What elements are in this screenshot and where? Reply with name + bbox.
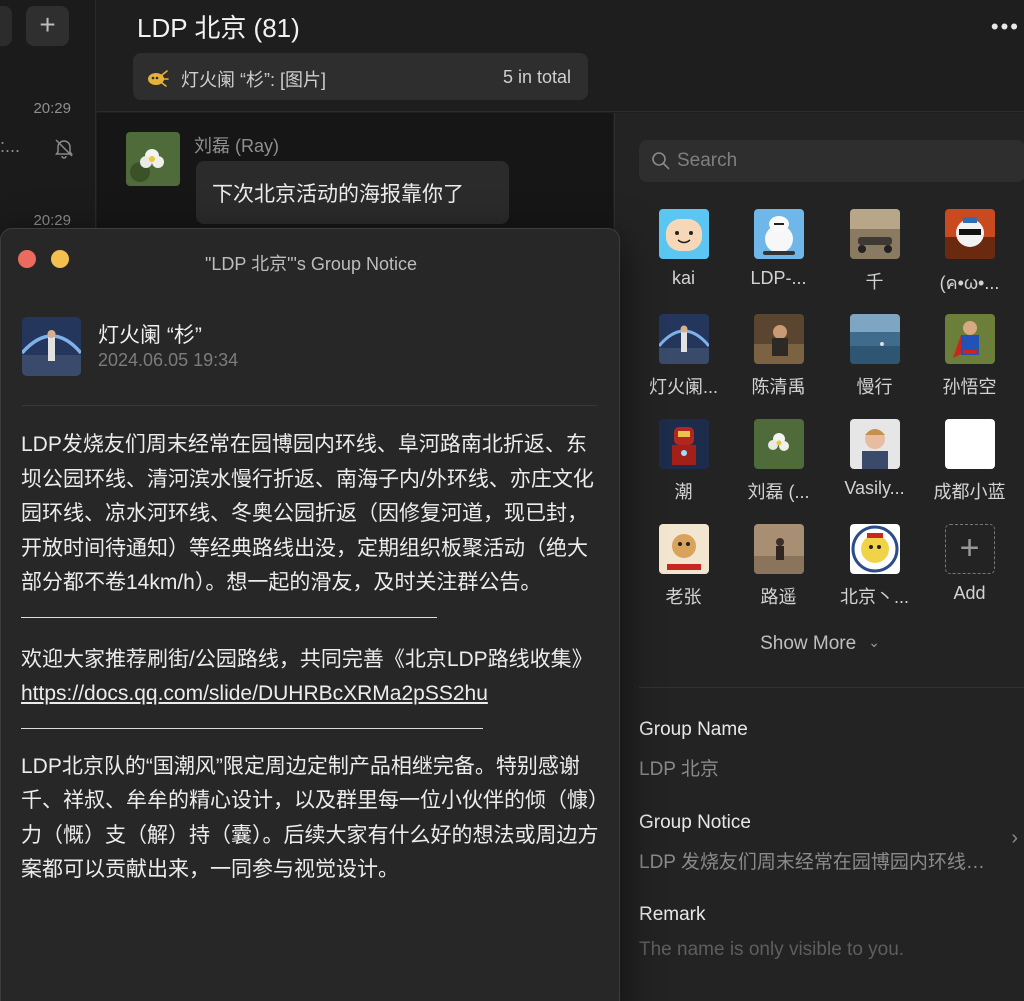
avatar: [753, 314, 804, 364]
plus-icon: +: [944, 524, 995, 574]
member-search-input[interactable]: [677, 140, 1007, 182]
avatar: [944, 419, 995, 469]
search-icon: [652, 152, 670, 170]
avatar: [658, 314, 709, 364]
notice-paragraph: LDP北京队的“国潮风”限定周边定制产品相继完备。特别感谢千、祥叔、牟牟的精心设…: [21, 754, 599, 882]
member-name: (ค•ω•...: [939, 273, 1000, 293]
add-member-label: Add: [953, 583, 986, 603]
group-notice-bar[interactable]: 灯火阑 “杉”: [图片] 5 in total: [133, 53, 588, 100]
avatar: [849, 419, 900, 469]
member-item[interactable]: 刘磊 (...: [731, 419, 826, 504]
member-name: 慢行: [856, 377, 893, 397]
member-item[interactable]: (ค•ω•...: [922, 209, 1017, 297]
notice-paragraph: 欢迎大家推荐刷街/公园路线，共同完善《北京LDP路线收集》: [21, 647, 593, 671]
chat-header: LDP 北京 (81) ••• 灯火阑 “杉”: [图片] 5 in total: [97, 0, 1024, 112]
show-more-label: Show More: [760, 633, 857, 654]
notice-paragraph: LDP发烧友们周末经常在园博园内环线、阜河路南北折返、东坝公园环线、清河滨水慢行…: [21, 433, 594, 594]
conversation-time: 20:29: [33, 212, 71, 229]
member-name: 成都小蓝: [933, 482, 1006, 502]
member-name: 灯火阑...: [648, 377, 718, 397]
member-name: 千: [865, 272, 884, 292]
remark-label: Remark: [639, 904, 706, 925]
member-item[interactable]: Vasily...: [827, 419, 922, 499]
member-item[interactable]: 路遥: [731, 524, 826, 609]
member-name: 老张: [665, 587, 702, 607]
group-notice-window: "LDP 北京"'s Group Notice 灯火阑 “杉” 2024.06.…: [0, 228, 620, 1001]
avatar: [944, 314, 995, 364]
member-item[interactable]: 北京丶...: [827, 524, 922, 609]
notice-author: 灯火阑 “杉”: [98, 324, 202, 347]
avatar: [658, 209, 709, 259]
notice-date: 2024.06.05 19:34: [98, 350, 239, 370]
divider: [639, 687, 1024, 688]
member-item[interactable]: 千: [827, 209, 922, 294]
notice-link[interactable]: https://docs.qq.com/slide/DUHRBcXRMa2pSS…: [21, 682, 488, 705]
avatar: [658, 524, 709, 574]
member-name: 陈清禹: [751, 377, 806, 397]
conversation-preview: :...: [0, 136, 21, 156]
member-name: 刘磊 (...: [747, 482, 810, 502]
member-item[interactable]: kai: [636, 209, 731, 289]
member-item[interactable]: 老张: [636, 524, 731, 609]
group-info-panel: kai LDP-... 千 (ค•ω•... 灯火阑... 陈清禹 慢行: [614, 113, 1024, 1001]
conversation-search-input[interactable]: [0, 6, 12, 46]
member-name: 北京丶...: [839, 587, 909, 607]
group-name-label: Group Name: [639, 719, 748, 740]
group-notice-label[interactable]: Group Notice: [639, 812, 751, 834]
avatar[interactable]: [22, 317, 81, 376]
member-name: 路遥: [760, 587, 797, 607]
new-chat-button[interactable]: +: [26, 6, 69, 46]
divider: [22, 405, 597, 406]
member-item[interactable]: LDP-...: [731, 209, 826, 289]
conversation-time: 20:29: [33, 100, 71, 117]
avatar: [753, 419, 804, 469]
member-item[interactable]: 慢行: [827, 314, 922, 399]
notice-count: 5 in total: [502, 67, 571, 87]
group-name-value[interactable]: LDP 北京: [639, 754, 719, 781]
notice-preview: 灯火阑 “杉”: [图片]: [181, 70, 326, 90]
divider-line: [21, 601, 603, 635]
avatar[interactable]: [126, 132, 180, 186]
member-search[interactable]: [639, 140, 1024, 182]
window-title: "LDP 北京"'s Group Notice: [205, 254, 417, 274]
avatar: [753, 524, 804, 574]
more-options-icon[interactable]: •••: [991, 14, 1020, 40]
avatar: [753, 209, 804, 259]
member-name: LDP-...: [750, 268, 807, 288]
member-item[interactable]: 孙悟空: [922, 314, 1017, 399]
member-name: Vasily...: [844, 478, 905, 498]
add-member-button[interactable]: + Add: [922, 524, 1017, 604]
member-name: 潮: [674, 482, 693, 502]
divider-line: [21, 712, 603, 746]
member-name: 孙悟空: [942, 377, 997, 397]
member-item[interactable]: 成都小蓝: [922, 419, 1017, 504]
chat-title: LDP 北京 (81): [137, 13, 300, 43]
message-sender: 刘磊 (Ray): [194, 136, 279, 156]
show-more-button[interactable]: Show More ⌄: [615, 633, 1024, 655]
chevron-down-icon: ⌄: [868, 634, 880, 650]
muted-bell-icon: [55, 139, 73, 159]
avatar: [944, 209, 995, 259]
announcement-icon: [148, 70, 169, 87]
member-name: kai: [671, 268, 695, 288]
avatar: [849, 209, 900, 259]
member-item[interactable]: 潮: [636, 419, 731, 504]
avatar: [849, 314, 900, 364]
avatar: [849, 524, 900, 574]
member-item[interactable]: 陈清禹: [731, 314, 826, 399]
message-bubble[interactable]: 下次北京活动的海报靠你了: [196, 161, 509, 224]
remark-input[interactable]: The name is only visible to you.: [639, 939, 904, 961]
member-item[interactable]: 灯火阑...: [636, 314, 731, 399]
group-notice-value[interactable]: LDP 发烧友们周末经常在园博园内环线、阜河路南北折返...: [639, 847, 989, 874]
notice-content: LDP发烧友们周末经常在园博园内环线、阜河路南北折返、东坝公园环线、清河滨水慢行…: [21, 428, 603, 888]
avatar: [658, 419, 709, 469]
chevron-right-icon[interactable]: ›: [1011, 827, 1018, 850]
